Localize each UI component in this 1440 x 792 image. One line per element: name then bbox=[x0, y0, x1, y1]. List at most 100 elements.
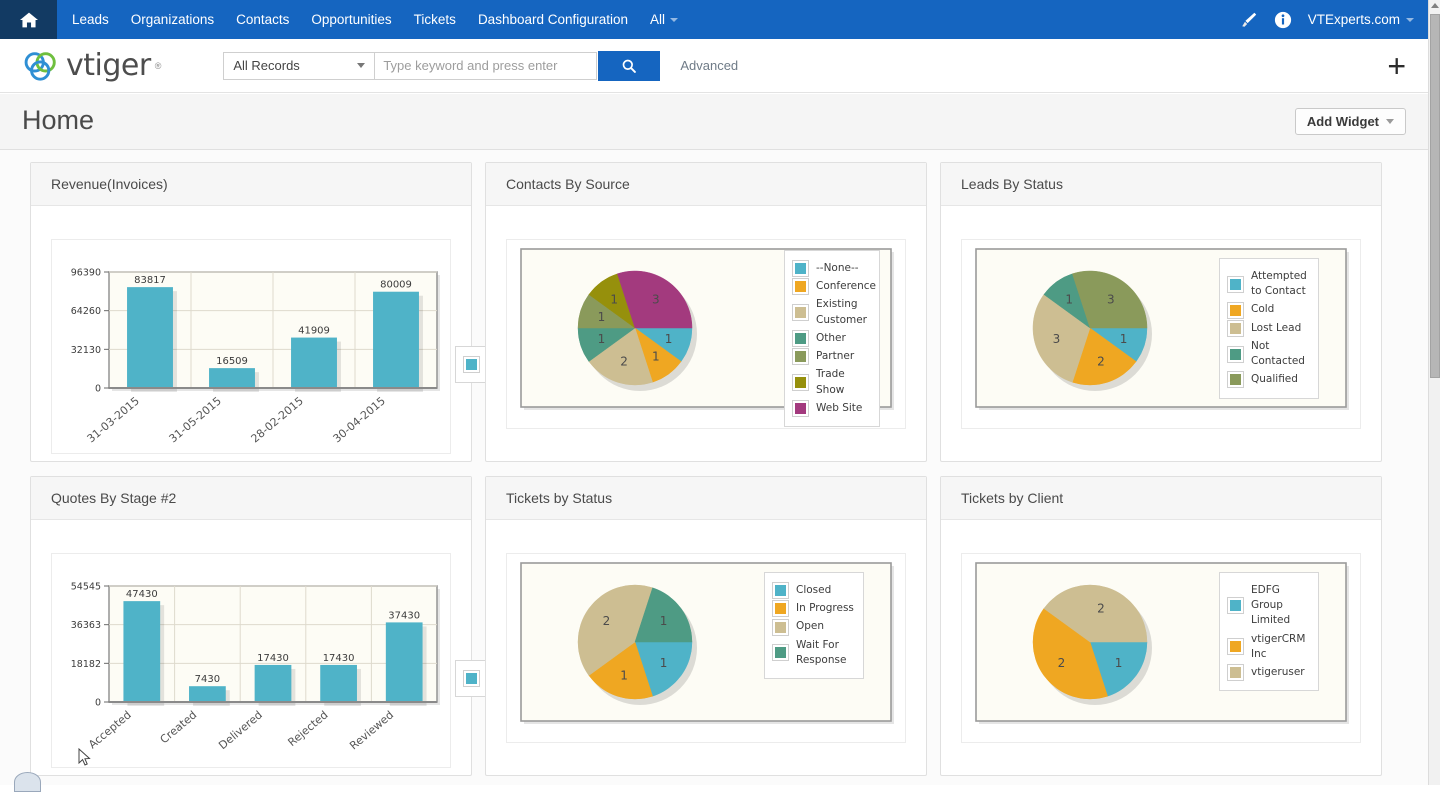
add-widget-button[interactable]: Add Widget bbox=[1295, 108, 1406, 135]
page-header: Home Add Widget bbox=[0, 94, 1428, 150]
svg-text:3: 3 bbox=[1053, 332, 1061, 346]
scrollbar-thumb[interactable] bbox=[1430, 14, 1440, 378]
bar-chart[interactable]: 0181823636354545474307430174301743037430… bbox=[52, 554, 452, 769]
legend-label: Trade Show bbox=[816, 367, 871, 397]
search-input[interactable] bbox=[375, 52, 597, 80]
legend-item: Attempted to Contact bbox=[1228, 269, 1310, 299]
home-icon bbox=[19, 11, 39, 29]
nav-item-leads[interactable]: Leads bbox=[61, 0, 120, 39]
svg-text:47430: 47430 bbox=[126, 589, 158, 600]
chevron-down-icon bbox=[357, 63, 365, 68]
dashboard-widget[interactable]: Leads By Status12313Attempted to Contact… bbox=[940, 162, 1382, 462]
nav-item-contacts[interactable]: Contacts bbox=[225, 0, 300, 39]
legend-label: Not Contacted bbox=[1251, 339, 1310, 369]
svg-text:17430: 17430 bbox=[323, 653, 355, 664]
chevron-down-icon bbox=[1406, 18, 1414, 22]
chart-legend: --None--ConferenceExisting CustomerOther… bbox=[784, 250, 880, 427]
svg-text:17430: 17430 bbox=[257, 653, 289, 664]
svg-text:3: 3 bbox=[652, 292, 660, 306]
dashboard-widget[interactable]: Quotes By Stage #20181823636354545474307… bbox=[30, 476, 472, 776]
widget-title: Tickets by Status bbox=[506, 490, 612, 506]
chart-legend: EDFG Group LimitedvtigerCRM Incvtigeruse… bbox=[1219, 572, 1319, 691]
legend-label: Qualified bbox=[1251, 372, 1298, 387]
nav-item-label: Organizations bbox=[131, 12, 214, 27]
legend-item: Trade Show bbox=[793, 367, 871, 397]
brush-icon[interactable] bbox=[1240, 11, 1258, 29]
nav-item-label: Contacts bbox=[236, 12, 289, 27]
nav-item-all[interactable]: All bbox=[639, 0, 689, 39]
legend-label: Partner bbox=[816, 349, 854, 364]
widget-title: Contacts By Source bbox=[506, 176, 630, 192]
account-label: VTExperts.com bbox=[1308, 12, 1400, 27]
dashboard-widget[interactable]: Revenue(Invoices)03213064260963908381716… bbox=[30, 162, 472, 462]
nav-item-dashboard-configuration[interactable]: Dashboard Configuration bbox=[467, 0, 639, 39]
nav-item-opportunities[interactable]: Opportunities bbox=[300, 0, 402, 39]
svg-text:0: 0 bbox=[95, 384, 101, 395]
logo-search-bar: vtiger ® All Records Advanced + bbox=[0, 39, 1428, 93]
account-menu[interactable]: VTExperts.com bbox=[1308, 12, 1414, 27]
legend-swatch bbox=[793, 401, 808, 416]
quick-create-button[interactable]: + bbox=[1387, 50, 1406, 82]
svg-text:2: 2 bbox=[1097, 601, 1105, 615]
legend-swatch bbox=[1228, 347, 1243, 362]
svg-text:1: 1 bbox=[665, 332, 673, 346]
widget-header: Revenue(Invoices) bbox=[31, 163, 471, 206]
svg-text:Delivered: Delivered bbox=[216, 708, 265, 752]
chart-legend: Attempted to ContactColdLost LeadNot Con… bbox=[1219, 258, 1319, 399]
legend-swatch bbox=[793, 349, 808, 364]
nav-item-organizations[interactable]: Organizations bbox=[120, 0, 225, 39]
legend-label: --None-- bbox=[816, 261, 859, 276]
chart-legend: Total bbox=[455, 660, 489, 697]
dashboard-widget[interactable]: Contacts By Source1121113--None--Confere… bbox=[485, 162, 927, 462]
svg-text:36363: 36363 bbox=[71, 620, 101, 631]
svg-text:1: 1 bbox=[620, 669, 628, 683]
legend-label: Conference bbox=[816, 279, 876, 294]
nav-item-tickets[interactable]: Tickets bbox=[403, 0, 467, 39]
legend-swatch bbox=[1228, 639, 1243, 654]
nav-item-label: Leads bbox=[72, 12, 109, 27]
dashboard-widget[interactable]: Tickets by Client122EDFG Group Limitedvt… bbox=[940, 476, 1382, 776]
widget-body: 03213064260963908381716509419098000931-0… bbox=[31, 206, 471, 461]
svg-text:31-05-2015: 31-05-2015 bbox=[167, 394, 224, 445]
legend-item: Web Site bbox=[793, 401, 871, 416]
info-icon[interactable] bbox=[1274, 11, 1292, 29]
legend-swatch bbox=[773, 583, 788, 598]
widget-header: Contacts By Source bbox=[486, 163, 926, 206]
vtiger-logo[interactable]: vtiger ® bbox=[22, 48, 161, 83]
vtiger-wordmark: vtiger bbox=[66, 48, 151, 83]
legend-swatch bbox=[1228, 598, 1243, 613]
legend-label: Attempted to Contact bbox=[1251, 269, 1310, 299]
widget-title: Quotes By Stage #2 bbox=[51, 490, 176, 506]
add-widget-label: Add Widget bbox=[1307, 114, 1379, 129]
legend-item: Total bbox=[464, 671, 480, 686]
svg-text:28-02-2015: 28-02-2015 bbox=[249, 394, 306, 445]
widget-body: 1121113--None--ConferenceExisting Custom… bbox=[486, 206, 926, 461]
chevron-down-icon bbox=[670, 18, 678, 22]
vertical-scrollbar[interactable] bbox=[1428, 0, 1440, 785]
widget-body: 1121ClosedIn ProgressOpenWait For Respon… bbox=[486, 520, 926, 775]
legend-item: Closed bbox=[773, 583, 855, 598]
svg-text:2: 2 bbox=[603, 614, 611, 628]
scroll-up-arrow-icon[interactable] bbox=[1431, 3, 1439, 8]
widget-header: Leads By Status bbox=[941, 163, 1381, 206]
widget-title: Leads By Status bbox=[961, 176, 1063, 192]
widget-body: 12313Attempted to ContactColdLost LeadNo… bbox=[941, 206, 1381, 461]
svg-text:1: 1 bbox=[598, 310, 606, 324]
svg-text:31-03-2015: 31-03-2015 bbox=[85, 394, 142, 445]
legend-label: Cold bbox=[1251, 302, 1274, 317]
dashboard-widget[interactable]: Tickets by Status1121ClosedIn ProgressOp… bbox=[485, 476, 927, 776]
search-button[interactable] bbox=[598, 51, 660, 81]
legend-item: Existing Customer bbox=[793, 297, 871, 327]
svg-text:83817: 83817 bbox=[134, 275, 166, 286]
vtiger-logo-icon bbox=[22, 51, 62, 81]
record-filter-select[interactable]: All Records bbox=[223, 52, 375, 80]
advanced-search-link[interactable]: Advanced bbox=[680, 58, 738, 73]
svg-text:30-04-2015: 30-04-2015 bbox=[331, 394, 388, 445]
nav-item-label: Opportunities bbox=[311, 12, 391, 27]
svg-text:Created: Created bbox=[158, 708, 200, 746]
home-button[interactable] bbox=[0, 0, 57, 39]
bar-chart[interactable]: 03213064260963908381716509419098000931-0… bbox=[52, 240, 452, 455]
svg-text:54545: 54545 bbox=[71, 582, 101, 593]
legend-swatch bbox=[793, 305, 808, 320]
legend-label: vtigerCRM Inc bbox=[1251, 632, 1310, 662]
